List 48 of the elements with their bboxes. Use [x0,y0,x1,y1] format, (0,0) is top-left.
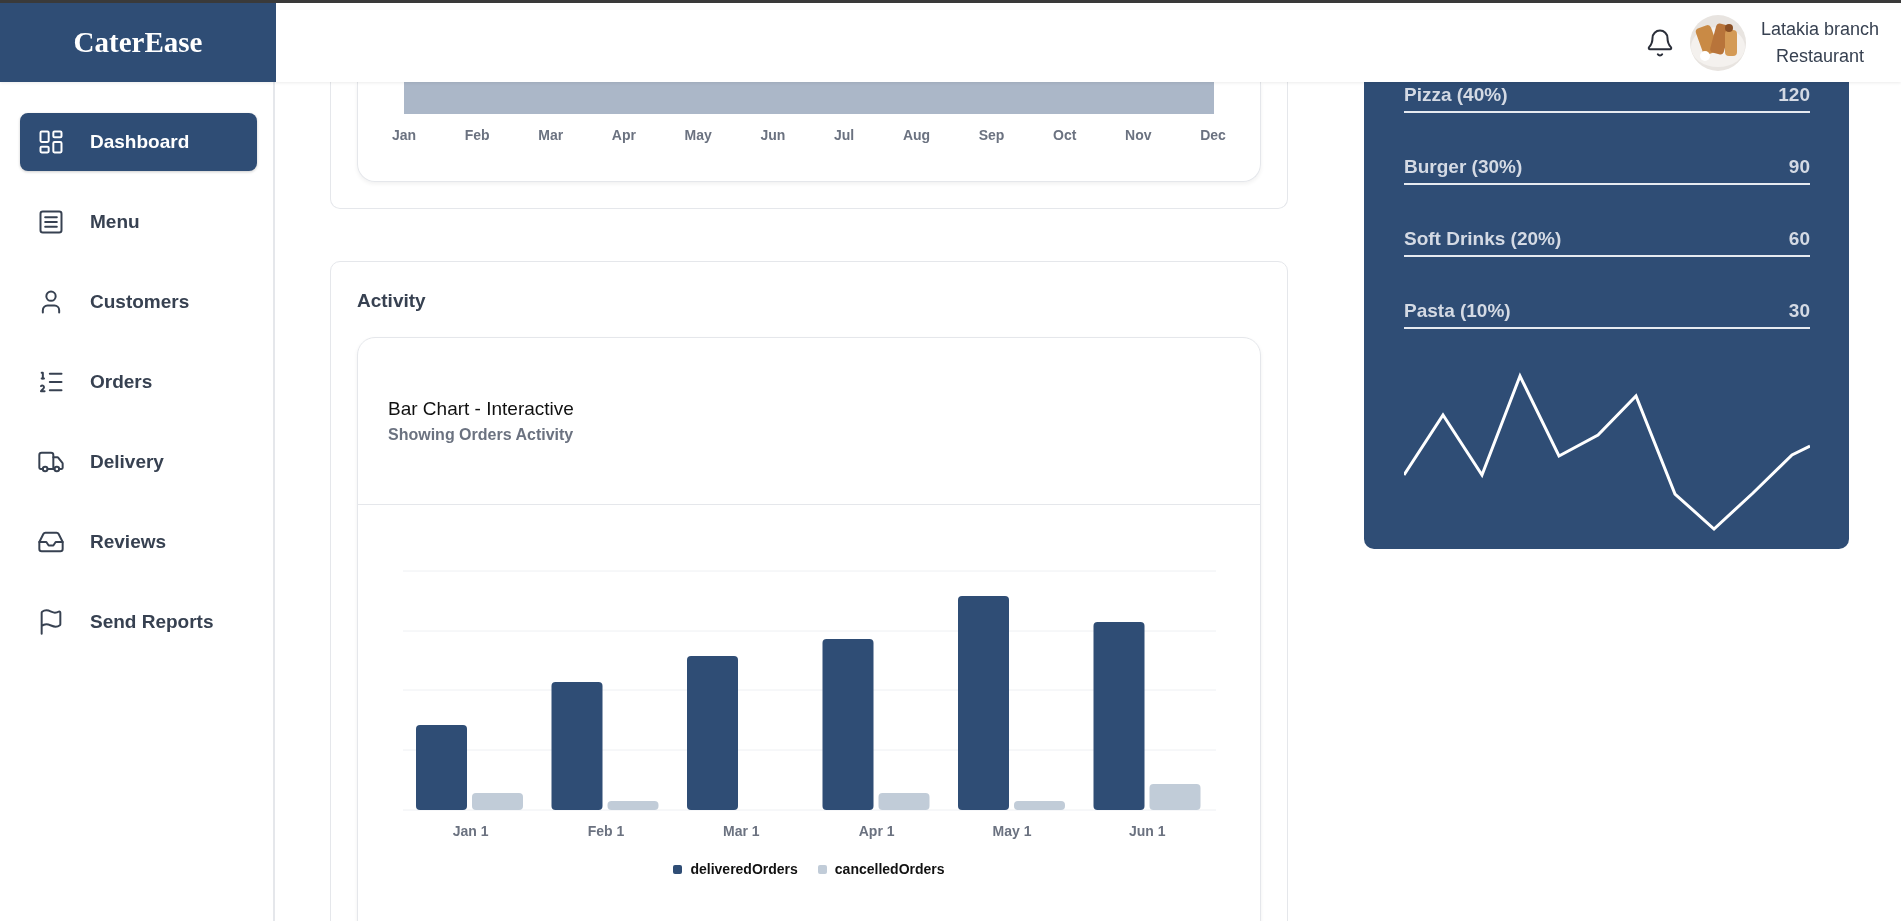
sidebar-item[interactable]: Reviews [20,513,257,571]
axis-label: Mar [538,127,564,143]
item-label: Pizza (40%) [1404,84,1508,106]
sidebar-item[interactable]: Customers [20,273,257,331]
item-label: Soft Drinks (20%) [1404,228,1562,250]
sidebar-item[interactable]: Dashboard [20,113,257,171]
axis-label: Oct [1053,127,1077,143]
axis-label: Nov [1125,127,1152,143]
account-role: Restaurant [1775,45,1864,67]
axis-label: Dec [1200,127,1226,143]
item-count: 120 [1778,84,1810,106]
legend-label: deliveredOrders [690,861,798,877]
axis-label: Jun [760,127,786,143]
axis-label: Feb [464,127,490,143]
cancelled-bar [1014,801,1065,810]
sidebar-item[interactable]: Menu [20,193,257,251]
axis-label: Apr [611,127,636,143]
item-count: 90 [1788,156,1810,178]
axis-label: May 1 [992,823,1032,839]
list-document-icon [37,208,65,236]
axis-label: Sep [978,127,1005,143]
axis-label: Jul [834,127,855,143]
axis-label: May [684,127,712,143]
sidebar-item[interactable]: Delivery [20,433,257,491]
sidebar-item[interactable]: Orders [20,353,257,411]
item-label: Burger (30%) [1404,156,1523,178]
axis-label: Mar 1 [723,823,760,839]
cancelled-bar [1149,784,1201,810]
dashboard-icon [37,128,65,156]
cancelled-bar [878,793,930,810]
axis-label: Jan [392,127,417,143]
account-name: Latakia branch [1760,18,1879,40]
axis-label: Jan 1 [452,823,489,839]
item-label: Pasta (10%) [1404,300,1511,322]
item-count: 60 [1788,228,1810,250]
axis-label: Apr 1 [858,823,895,839]
legend-label: cancelledOrders [834,861,945,877]
chart-title: Bar Chart - Interactive [388,398,574,420]
axis-label: Aug [902,127,931,143]
cancelled-bar [472,793,523,810]
chart-subtitle: Showing Orders Activity [388,426,574,444]
item-count: 30 [1788,300,1810,322]
brand-logo: CaterEase [0,3,276,82]
sidebar-item[interactable]: Send Reports [20,593,257,651]
cancelled-bar [607,801,659,810]
section-title: Activity [357,290,427,312]
axis-label: Feb 1 [587,823,625,839]
axis-label: Jun 1 [1129,823,1166,839]
